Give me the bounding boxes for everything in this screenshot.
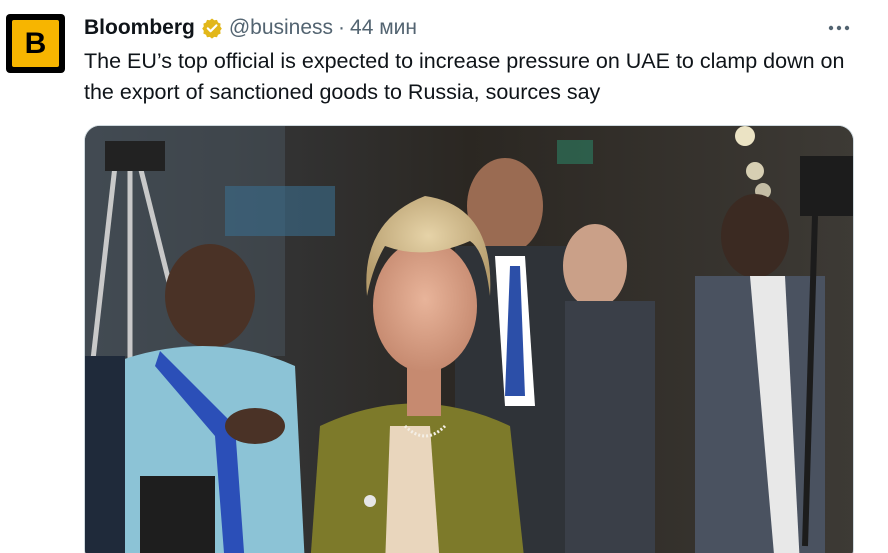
tweet-timestamp[interactable]: 44 мин [350, 16, 417, 40]
bloomberg-logo: B [12, 20, 59, 67]
photo-illustration [85, 126, 853, 553]
tweet-text: The EU’s top official is expected to inc… [84, 49, 845, 104]
tweet-photo[interactable] [84, 125, 854, 553]
more-options-icon[interactable] [824, 14, 854, 42]
tweet-header: Bloomberg @business · 44 мин [84, 14, 417, 42]
separator-dot: · [338, 16, 346, 39]
author-avatar[interactable]: B [6, 14, 65, 73]
avatar-letter: B [24, 26, 47, 60]
verified-badge-icon[interactable] [201, 17, 223, 39]
author-handle[interactable]: @business [229, 16, 333, 40]
tweet[interactable]: B Bloomberg @business · 44 мин The EU’s … [0, 0, 888, 553]
author-name[interactable]: Bloomberg [84, 16, 195, 40]
